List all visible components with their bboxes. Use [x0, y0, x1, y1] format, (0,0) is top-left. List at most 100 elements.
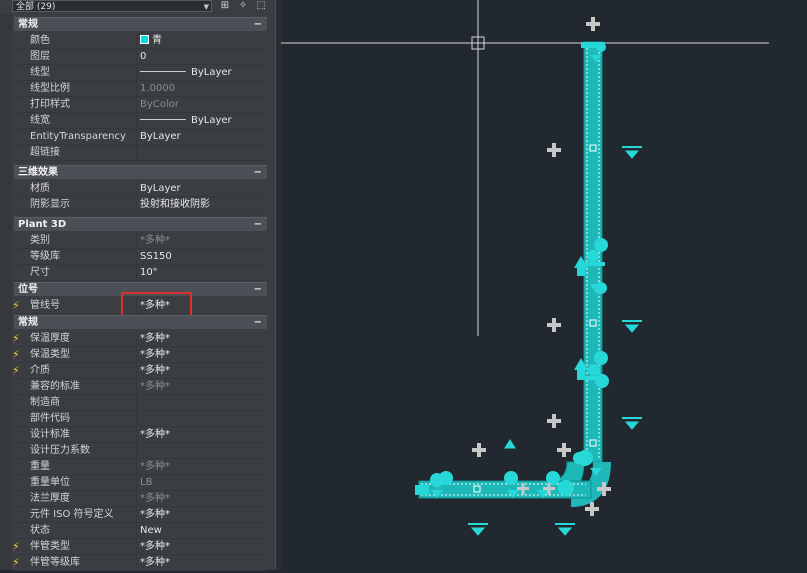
prop-label: 状态: [30, 525, 50, 536]
prop-row-linetype-scale[interactable]: 线型比例 1.0000: [14, 81, 267, 97]
prop-value[interactable]: *多种*: [140, 233, 170, 249]
section-general[interactable]: 常规 −: [14, 17, 267, 31]
prop-label: 线宽: [30, 115, 50, 126]
prop-value[interactable]: SS150: [140, 249, 172, 265]
prop-value[interactable]: ByColor: [140, 97, 179, 113]
prop-value[interactable]: *多种*: [140, 459, 170, 475]
prop-label: 图层: [30, 51, 50, 62]
prop-value[interactable]: 10": [140, 265, 157, 281]
prop-value[interactable]: *多种*: [140, 539, 170, 555]
prop-value[interactable]: ByLayer: [140, 65, 232, 81]
prop-row-hyperlink[interactable]: 超链接: [14, 145, 267, 161]
prop-row-weight[interactable]: 重量 *多种*: [14, 459, 267, 475]
selection-combobox[interactable]: 全部 (29) ▼: [12, 0, 212, 12]
collapse-icon[interactable]: −: [254, 316, 262, 330]
lightning-icon: ⚡: [12, 299, 20, 312]
section-3d-effects[interactable]: 三维效果 −: [14, 165, 267, 179]
section-plant3d[interactable]: Plant 3D −: [14, 217, 267, 231]
prop-value[interactable]: LB: [140, 475, 152, 491]
properties-palette: 全部 (29) ▼ ⊞ ✧ ⬚ 常规 − 颜色 青 图层 0 线型 ByLaye…: [0, 0, 282, 571]
prop-row-weight-unit[interactable]: 重量单位 LB: [14, 475, 267, 491]
palette-title-strip[interactable]: [0, 14, 12, 570]
prop-row-material[interactable]: 材质 ByLayer: [14, 181, 267, 197]
prop-row-medium[interactable]: 介质 *多种*: [14, 363, 267, 379]
prop-label: 重量单位: [30, 477, 70, 488]
line-sample-icon: [140, 71, 186, 72]
prop-row-shadow[interactable]: 阴影显示 投射和接收阴影: [14, 197, 267, 213]
quick-select-icon[interactable]: ⊞: [218, 0, 232, 12]
prop-label: 介质: [30, 365, 50, 376]
prop-value[interactable]: *多种*: [140, 491, 170, 507]
prop-value[interactable]: *多种*: [140, 427, 170, 443]
prop-label: 打印样式: [30, 99, 70, 110]
prop-row-linetype[interactable]: 线型 ByLayer: [14, 65, 267, 81]
prop-row-insul-type[interactable]: 保温类型 *多种*: [14, 347, 267, 363]
select-objects-icon[interactable]: ⬚: [254, 0, 268, 12]
prop-value[interactable]: 0: [140, 49, 146, 65]
prop-row-tracing-type[interactable]: 伴管类型 *多种*: [14, 539, 267, 555]
section-general-2[interactable]: 常规 −: [14, 315, 267, 329]
color-swatch-icon: [140, 35, 149, 44]
collapse-icon[interactable]: −: [254, 166, 262, 180]
prop-row-lineweight[interactable]: 线宽 ByLayer: [14, 113, 267, 129]
collapse-icon[interactable]: −: [254, 283, 262, 297]
prop-row-plot-style[interactable]: 打印样式 ByColor: [14, 97, 267, 113]
prop-label: 重量: [30, 461, 50, 472]
pickadd-icon[interactable]: ✧: [236, 0, 250, 12]
prop-row-compat-std[interactable]: 兼容的标准 *多种*: [14, 379, 267, 395]
drawing-viewport[interactable]: [281, 0, 807, 570]
prop-row-status[interactable]: 状态 New: [14, 523, 267, 539]
prop-row-tracing-spec[interactable]: 伴管等级库 *多种*: [14, 555, 267, 571]
prop-label: 保温类型: [30, 349, 70, 360]
prop-label: EntityTransparency: [30, 131, 126, 142]
prop-value[interactable]: *多种*: [140, 379, 170, 395]
prop-row-design-std[interactable]: 设计标准 *多种*: [14, 427, 267, 443]
collapse-icon[interactable]: −: [254, 218, 262, 232]
lightning-icon: ⚡: [12, 364, 20, 377]
prop-label: 伴管等级库: [30, 557, 80, 568]
prop-row-transparency[interactable]: EntityTransparency ByLayer: [14, 129, 267, 145]
lightning-icon: ⚡: [12, 332, 20, 345]
section-title: 常规: [18, 19, 38, 30]
prop-label: 颜色: [30, 35, 50, 46]
lightning-icon: ⚡: [12, 540, 20, 553]
prop-label: 材质: [30, 183, 50, 194]
prop-label: 设计压力系数: [30, 445, 90, 456]
prop-row-size[interactable]: 尺寸 10": [14, 265, 267, 281]
section-title: 位号: [18, 284, 38, 295]
prop-label: 保温厚度: [30, 333, 70, 344]
prop-value[interactable]: 青: [140, 33, 162, 49]
prop-label: 等级库: [30, 251, 60, 262]
collapse-icon[interactable]: −: [254, 18, 262, 32]
prop-value[interactable]: ByLayer: [140, 129, 181, 145]
prop-row-design-pressure[interactable]: 设计压力系数: [14, 443, 267, 459]
prop-row-part-code[interactable]: 部件代码: [14, 411, 267, 427]
prop-row-iso-symbol[interactable]: 元件 ISO 符号定义 *多种*: [14, 507, 267, 523]
prop-value[interactable]: *多种*: [140, 331, 170, 347]
prop-row-spec[interactable]: 等级库 SS150: [14, 249, 267, 265]
prop-row-manufacturer[interactable]: 制造商: [14, 395, 267, 411]
prop-label: 尺寸: [30, 267, 50, 278]
prop-label: 线型比例: [30, 83, 70, 94]
prop-value[interactable]: *多种*: [140, 507, 170, 523]
prop-value[interactable]: 1.0000: [140, 81, 175, 97]
prop-value[interactable]: ByLayer: [140, 181, 181, 197]
prop-value[interactable]: *多种*: [140, 363, 170, 379]
prop-value[interactable]: 投射和接收阴影: [140, 197, 210, 213]
prop-row-layer[interactable]: 图层 0: [14, 49, 267, 65]
model-space-canvas[interactable]: [281, 0, 807, 570]
prop-value[interactable]: *多种*: [140, 555, 170, 571]
selection-combobox-value: 全部 (29): [16, 2, 56, 12]
prop-row-insul-thickness[interactable]: 保温厚度 *多种*: [14, 331, 267, 347]
prop-label: 类别: [30, 235, 50, 246]
line-sample-icon: [140, 119, 186, 120]
prop-value[interactable]: New: [140, 523, 162, 539]
prop-row-flange-thickness[interactable]: 法兰厚度 *多种*: [14, 491, 267, 507]
prop-label: 设计标准: [30, 429, 70, 440]
prop-value[interactable]: ByLayer: [140, 113, 232, 129]
section-title: 三维效果: [18, 167, 58, 178]
prop-value[interactable]: *多种*: [140, 347, 170, 363]
prop-row-color[interactable]: 颜色 青: [14, 33, 267, 49]
prop-row-class[interactable]: 类别 *多种*: [14, 233, 267, 249]
prop-label: 伴管类型: [30, 541, 70, 552]
